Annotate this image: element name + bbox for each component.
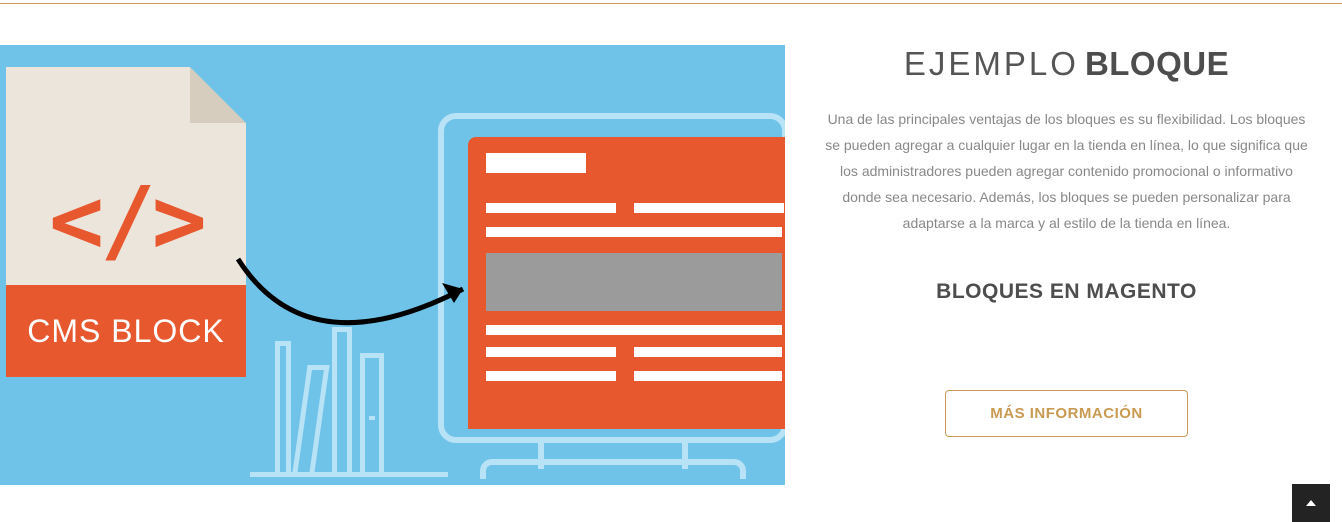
section-description: Una de las principales ventajas de los b…	[815, 107, 1318, 236]
screen-bar	[486, 203, 616, 213]
screen-bar	[486, 153, 586, 173]
book-icon	[332, 327, 352, 473]
book-icon	[275, 341, 291, 473]
code-icon: </>	[6, 175, 246, 267]
text-column: EJEMPLOBLOQUE Una de las principales ven…	[815, 45, 1342, 485]
scroll-to-top-button[interactable]	[1292, 484, 1330, 522]
screen-bar	[486, 347, 616, 357]
document-fold	[190, 67, 246, 123]
screen-bar	[634, 371, 782, 381]
screen-bar	[486, 325, 782, 335]
cms-block-illustration: </> CMS BLOCK	[0, 45, 785, 485]
screen-bar	[634, 347, 782, 357]
heading-light: EJEMPLO	[904, 45, 1079, 82]
book-icon	[360, 353, 384, 473]
book-icon	[292, 365, 329, 473]
section-subheading: BLOQUES EN MAGENTO	[815, 280, 1318, 304]
section-heading: EJEMPLOBLOQUE	[815, 45, 1318, 83]
cms-block-label: CMS BLOCK	[6, 285, 246, 377]
chevron-up-icon	[1306, 500, 1316, 506]
monitor-base	[480, 459, 746, 479]
content-row: </> CMS BLOCK EJEMPLOBLOQU	[0, 0, 1342, 485]
screen-bar	[486, 227, 782, 237]
screen-bar	[634, 203, 784, 213]
accent-divider	[0, 3, 1342, 4]
screen-bar	[486, 371, 616, 381]
more-info-button[interactable]: MÁS INFORMACIÓN	[945, 390, 1188, 437]
monitor-screen	[468, 137, 785, 429]
heading-bold: BLOQUE	[1085, 45, 1229, 82]
screen-placeholder	[486, 253, 782, 311]
